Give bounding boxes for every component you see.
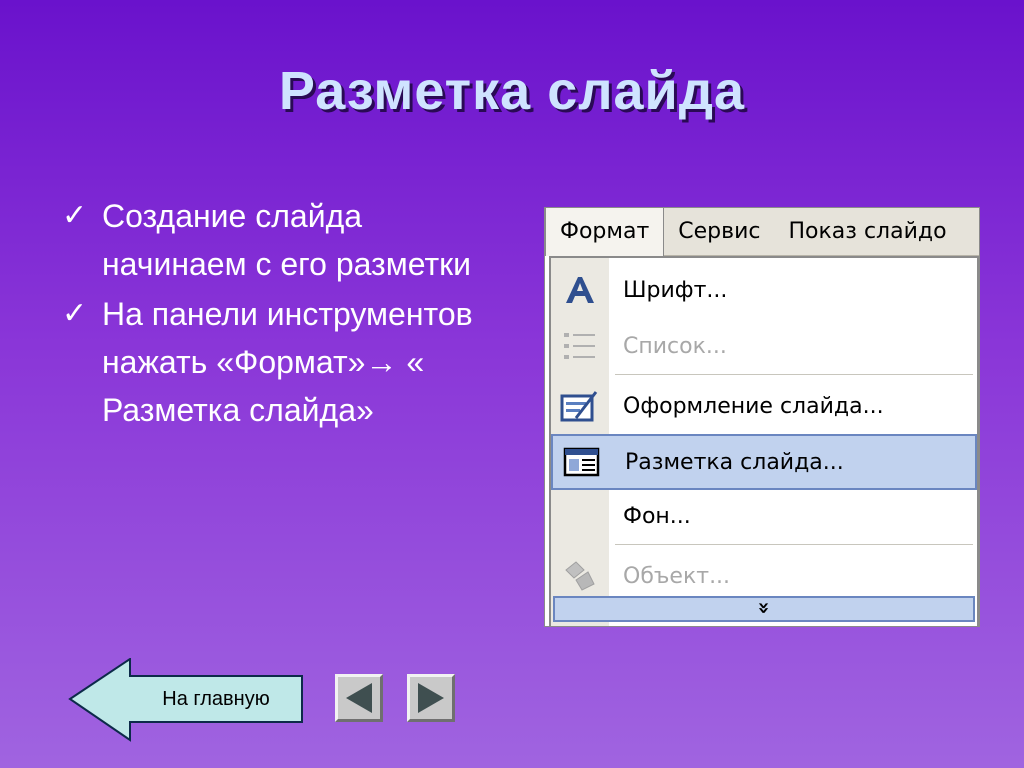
- menu-item-font[interactable]: Шрифт...: [551, 262, 977, 318]
- menu-slideshow[interactable]: Показ слайдо: [775, 208, 961, 256]
- checkmark-icon: ✓: [62, 297, 88, 330]
- menu-item-background[interactable]: Фон...: [551, 488, 977, 544]
- menu-item-label: Список...: [623, 333, 727, 359]
- list-icon: [551, 318, 609, 374]
- triangle-left-icon: [346, 683, 372, 713]
- format-dropdown: Шрифт... Список... Оформление слайда... …: [549, 256, 979, 626]
- bullet-text: Создание слайда начинаем с его разметки: [102, 198, 471, 282]
- menu-item-label: Оформление слайда...: [623, 393, 884, 419]
- bullet-item: ✓ Создание слайда начинаем с его разметк…: [62, 192, 502, 288]
- checkmark-icon: ✓: [62, 199, 88, 232]
- font-icon: [551, 262, 609, 318]
- bullet-item: ✓ На панели инструментов нажать «Формат»…: [62, 290, 502, 434]
- triangle-right-icon: [418, 683, 444, 713]
- menu-separator: [615, 544, 973, 545]
- menu-item-slide-layout[interactable]: Разметка слайда...: [551, 434, 977, 490]
- menu-item-slide-design[interactable]: Оформление слайда...: [551, 378, 977, 434]
- menu-item-label: Объект...: [623, 563, 731, 589]
- menu-item-list[interactable]: Список...: [551, 318, 977, 374]
- bullet-list: ✓ Создание слайда начинаем с его разметк…: [62, 192, 502, 436]
- home-button-label: На главную: [162, 688, 270, 710]
- slide-title: Разметка слайда: [278, 61, 746, 121]
- slide-layout-icon: [553, 434, 611, 490]
- chevron-double-down-icon: »: [751, 601, 776, 615]
- bullet-text: На панели инструментов нажать «Формат»→ …: [102, 296, 473, 428]
- menu-item-label: Фон...: [623, 503, 691, 529]
- menu-service[interactable]: Сервис: [664, 208, 774, 256]
- menu-screenshot: Формат Сервис Показ слайдо Шрифт... Спис…: [544, 207, 980, 627]
- menu-item-label: Разметка слайда...: [625, 449, 844, 475]
- menubar: Формат Сервис Показ слайдо: [545, 208, 979, 256]
- next-slide-button[interactable]: [407, 674, 455, 722]
- expand-menu-button[interactable]: »: [553, 596, 975, 622]
- menu-format[interactable]: Формат: [545, 208, 665, 256]
- menu-separator: [615, 374, 973, 375]
- menu-item-label: Шрифт...: [623, 277, 728, 303]
- slide-design-icon: [551, 378, 609, 434]
- previous-slide-button[interactable]: [335, 674, 383, 722]
